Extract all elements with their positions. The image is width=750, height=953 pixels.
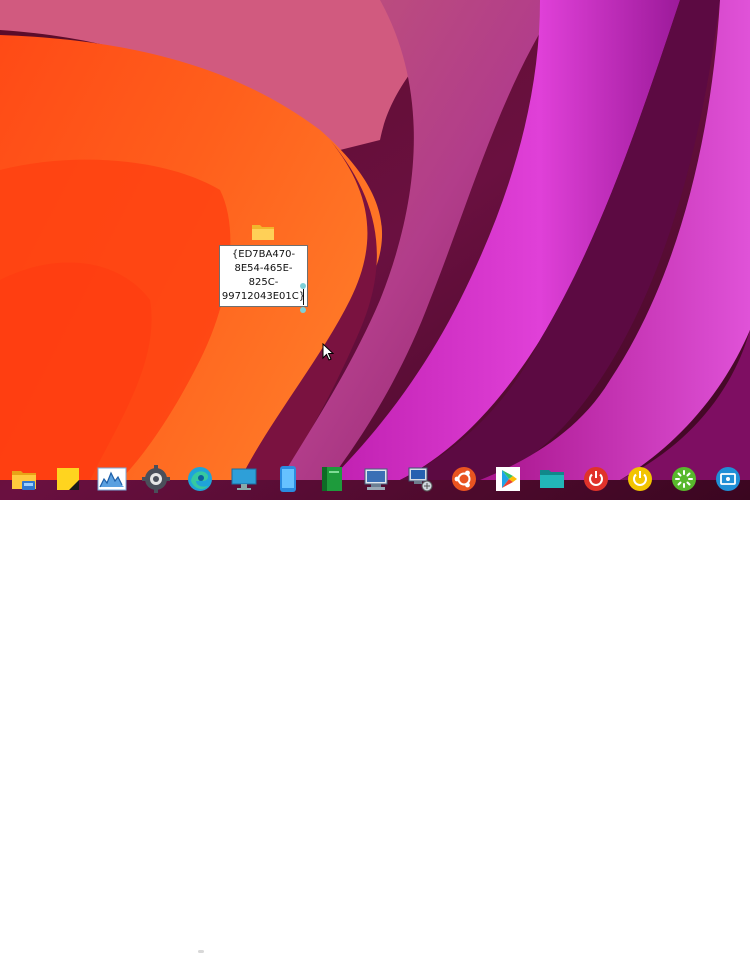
remote-desktop-icon <box>364 468 388 490</box>
desktop[interactable]: {ED7BA470- 8E54-465E- 825C- 99712043E01C… <box>0 0 750 500</box>
taskbar-shutdown[interactable] <box>579 462 613 496</box>
taskbar-green-book[interactable] <box>315 462 349 496</box>
taskbar-play-store[interactable] <box>491 462 525 496</box>
text-caret <box>303 289 304 305</box>
screen-tool-icon <box>716 467 740 491</box>
taskbar-system-monitor[interactable] <box>95 462 129 496</box>
selection-handle-top[interactable] <box>300 283 306 289</box>
taskbar-loading[interactable] <box>667 462 701 496</box>
folder-teal-icon <box>540 470 564 488</box>
wallpaper <box>0 0 750 500</box>
taskbar-monitor[interactable] <box>227 462 261 496</box>
phone-icon <box>280 466 296 492</box>
sticky-notes-icon <box>57 468 79 490</box>
taskbar <box>0 458 750 953</box>
taskbar-ubuntu[interactable] <box>447 462 481 496</box>
taskbar-file-explorer[interactable] <box>7 462 41 496</box>
power-yellow-icon <box>628 467 652 491</box>
monitor-icon <box>231 468 257 490</box>
network-computer-icon <box>408 467 433 492</box>
selection-handle-bottom[interactable] <box>300 307 306 313</box>
mouse-cursor-icon <box>322 343 334 361</box>
taskbar-network-computer[interactable] <box>403 462 437 496</box>
folder-drive-icon <box>12 471 36 490</box>
gear-icon <box>142 465 170 493</box>
edge-icon <box>188 467 212 491</box>
taskbar-restart[interactable] <box>623 462 657 496</box>
book-icon <box>322 467 342 491</box>
folder-icon[interactable] <box>251 222 275 242</box>
ubuntu-icon <box>452 467 476 491</box>
chart-icon <box>97 467 127 491</box>
play-store-icon <box>496 467 520 491</box>
power-red-icon <box>584 467 608 491</box>
taskbar-settings[interactable] <box>139 462 173 496</box>
taskbar-phone-link[interactable] <box>271 462 305 496</box>
taskbar-folder[interactable] <box>535 462 569 496</box>
taskbar-sticky-notes[interactable] <box>51 462 85 496</box>
taskbar-screen-tool[interactable] <box>711 462 745 496</box>
rename-textbox[interactable]: {ED7BA470- 8E54-465E- 825C- 99712043E01C… <box>219 245 308 307</box>
taskbar-edge-browser[interactable] <box>183 462 217 496</box>
spinner-green-icon <box>672 467 696 491</box>
taskbar-remote-desktop[interactable] <box>359 462 393 496</box>
